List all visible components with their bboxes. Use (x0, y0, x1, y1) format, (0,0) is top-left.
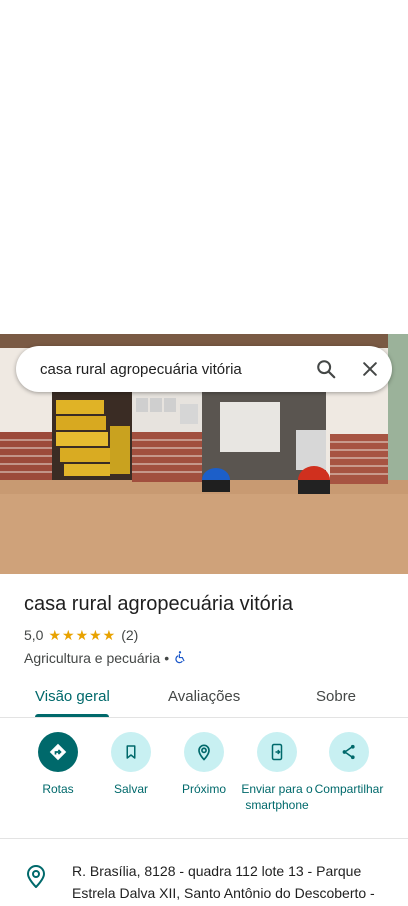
send-to-phone-icon (257, 732, 297, 772)
search-icon[interactable] (304, 346, 348, 392)
close-icon[interactable] (348, 346, 392, 392)
nearby-label: Próximo (181, 782, 226, 796)
send-to-phone-label: Enviar para o smartphone (241, 782, 313, 812)
share-label: Compartilhar (314, 782, 384, 796)
share-icon (329, 732, 369, 772)
section-divider (0, 838, 408, 839)
map-blank-area (0, 0, 408, 334)
place-category[interactable]: Agricultura e pecuária (24, 650, 160, 666)
review-count[interactable]: (2) (121, 627, 138, 643)
separator-dot: • (164, 650, 170, 666)
share-button[interactable]: Compartilhar (310, 732, 388, 797)
search-bar[interactable]: casa rural agropecuária vitória (16, 346, 392, 392)
save-button[interactable]: Salvar (92, 732, 170, 797)
nearby-button[interactable]: Próximo (165, 732, 243, 797)
tab-overview[interactable]: Visão geral (35, 674, 110, 718)
category-row: Agricultura e pecuária • (24, 648, 394, 668)
directions-icon (38, 732, 78, 772)
nearby-icon (184, 732, 224, 772)
bookmark-icon (111, 732, 151, 772)
directions-label: Rotas (42, 782, 74, 796)
rating-stars: ★★★★★ (48, 626, 117, 643)
address-text: R. Brasília, 8128 - quadra 112 lote 13 -… (72, 863, 375, 901)
tab-bar: Visão geral Avaliações Sobre (0, 674, 408, 718)
tab-about[interactable]: Sobre (316, 674, 356, 718)
rating-value: 5,0 (24, 627, 44, 643)
place-info: casa rural agropecuária vitória 5,0 ★★★★… (24, 590, 394, 668)
save-label: Salvar (113, 782, 148, 796)
place-title: casa rural agropecuária vitória (24, 593, 294, 615)
search-query[interactable]: casa rural agropecuária vitória (40, 361, 304, 378)
wheelchair-icon (173, 650, 187, 667)
action-row: Rotas Salvar Próximo Enviar para o smart… (0, 732, 408, 836)
directions-button[interactable]: Rotas (19, 732, 97, 797)
active-tab-indicator (35, 714, 109, 717)
send-to-phone-button[interactable]: Enviar para o smartphone (238, 732, 316, 813)
tab-reviews[interactable]: Avaliações (168, 674, 240, 718)
location-pin-icon (26, 864, 46, 893)
rating-row[interactable]: 5,0 ★★★★★ (2) (24, 626, 394, 644)
